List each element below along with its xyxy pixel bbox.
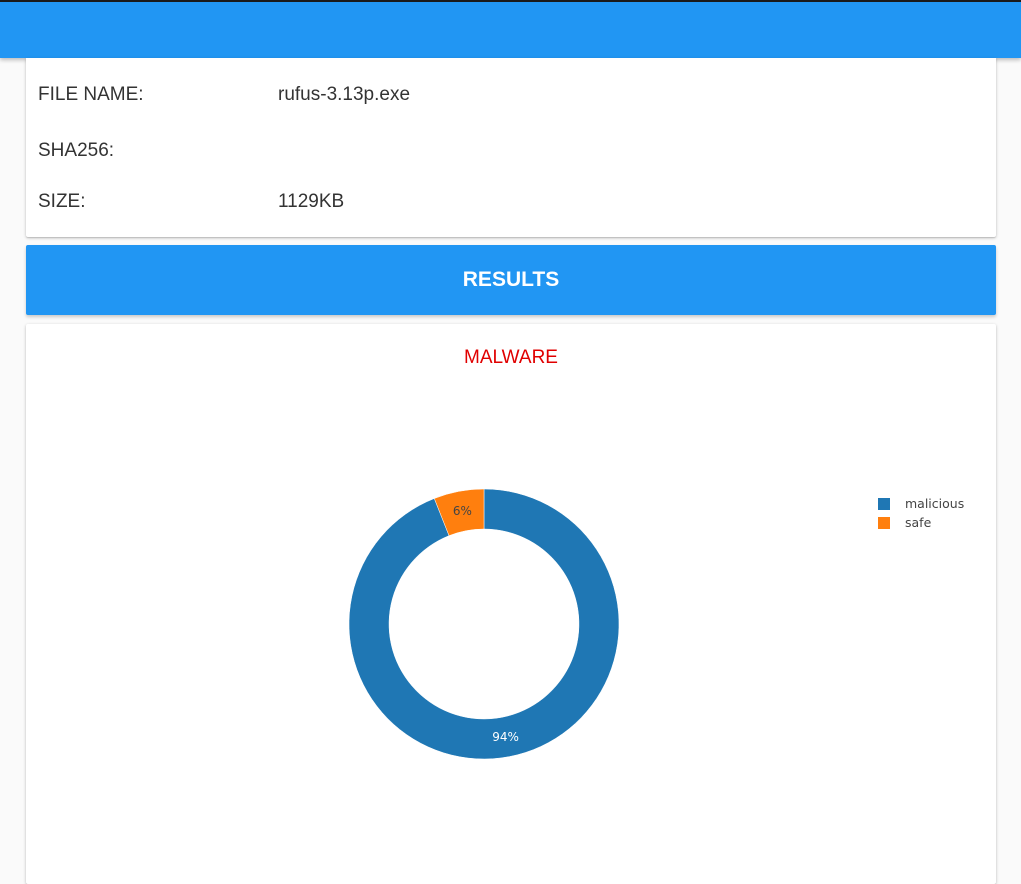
legend-swatch-malicious xyxy=(878,498,890,510)
legend-swatch-safe xyxy=(878,517,890,529)
legend-label-malicious: malicious xyxy=(905,496,965,511)
top-app-bar xyxy=(0,0,1021,58)
results-button[interactable]: RESULTS xyxy=(26,245,996,315)
size-label: SIZE: xyxy=(38,191,86,212)
donut-slice-malicious xyxy=(348,488,620,760)
size-value: 1129KB xyxy=(278,191,345,212)
file-name-value: rufus-3.13p.exe xyxy=(278,84,411,105)
sha256-label: SHA256: xyxy=(38,140,115,161)
donut-chart: 94% 6% xyxy=(348,488,620,760)
legend-label-safe: safe xyxy=(905,515,932,530)
donut-label-malicious: 94% xyxy=(492,730,519,744)
file-info-card: FILE NAME: rufus-3.13p.exe SHA256: SIZE:… xyxy=(26,58,996,237)
results-chart-card: MALWARE 94% 6% malicious safe xyxy=(26,324,996,884)
donut-label-safe: 6% xyxy=(453,504,472,518)
file-name-label: FILE NAME: xyxy=(38,84,144,105)
